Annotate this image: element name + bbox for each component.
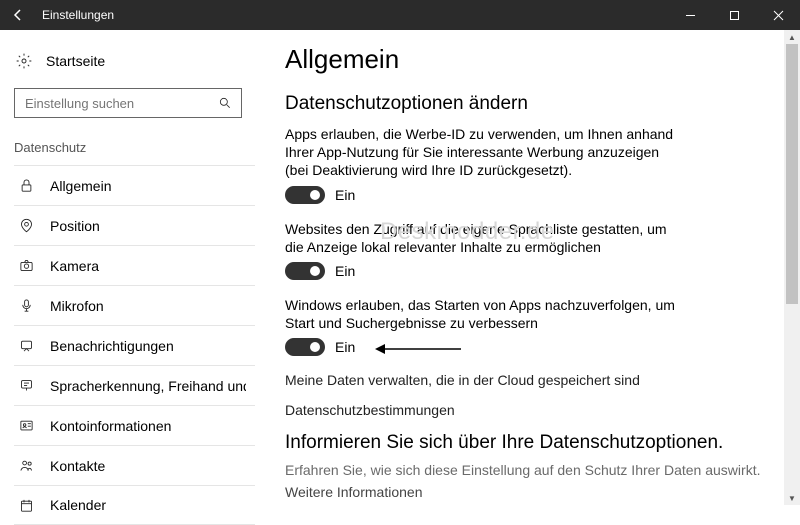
back-button[interactable]	[4, 0, 32, 30]
location-icon	[16, 218, 36, 233]
annotation-arrow-icon	[373, 341, 463, 360]
option-app-tracking: Windows erlauben, das Starten von Apps n…	[285, 296, 685, 356]
calendar-icon	[16, 498, 36, 513]
vertical-scrollbar[interactable]: ▲ ▼	[784, 30, 800, 505]
sidebar-item-benachrichtigungen[interactable]: Benachrichtigungen	[14, 325, 255, 365]
toggle-state-label: Ein	[335, 339, 355, 355]
sidebar-item-label: Kalender	[36, 497, 106, 513]
lock-icon	[16, 178, 36, 193]
camera-icon	[16, 258, 36, 273]
sidebar-item-mikrofon[interactable]: Mikrofon	[14, 285, 255, 325]
main-panel: Allgemein Datenschutzoptionen ändern App…	[255, 30, 800, 505]
option-language-list: Websites den Zugriff auf die eigene Spra…	[285, 220, 685, 280]
info-description: Erfahren Sie, wie sich diese Einstellung…	[285, 462, 780, 478]
sidebar-item-spracherkennung[interactable]: Spracherkennung, Freihand und Eingabe	[14, 365, 255, 405]
sidebar-item-label: Allgemein	[36, 178, 111, 194]
sidebar-item-label: Benachrichtigungen	[36, 338, 174, 354]
sidebar-item-label: Spracherkennung, Freihand und Eingabe	[36, 378, 246, 394]
search-field[interactable]	[25, 96, 217, 111]
scroll-down-icon[interactable]: ▼	[784, 491, 800, 505]
account-icon	[16, 418, 36, 433]
link-more-info[interactable]: Weitere Informationen	[285, 484, 780, 500]
toggle-advertising-id[interactable]	[285, 186, 325, 204]
toggle-state-label: Ein	[335, 187, 355, 203]
link-manage-cloud-data[interactable]: Meine Daten verwalten, die in der Cloud …	[285, 372, 780, 388]
sidebar-item-kontakte[interactable]: Kontakte	[14, 445, 255, 485]
section-heading: Datenschutzoptionen ändern	[285, 93, 780, 115]
sidebar-item-kamera[interactable]: Kamera	[14, 245, 255, 285]
link-privacy-statement[interactable]: Datenschutzbestimmungen	[285, 402, 780, 418]
window-title: Einstellungen	[32, 8, 114, 22]
gear-icon	[14, 53, 34, 69]
sidebar-item-label: Kontakte	[36, 458, 105, 474]
speech-icon	[16, 378, 36, 393]
page-title: Allgemein	[285, 44, 780, 75]
sidebar-item-label: Kamera	[36, 258, 99, 274]
home-label: Startseite	[34, 53, 105, 69]
close-button[interactable]	[756, 0, 800, 30]
sidebar-item-label: Mikrofon	[36, 298, 104, 314]
microphone-icon	[16, 298, 36, 313]
toggle-app-tracking[interactable]	[285, 338, 325, 356]
sidebar-item-position[interactable]: Position	[14, 205, 255, 245]
scroll-up-icon[interactable]: ▲	[784, 30, 800, 44]
search-input[interactable]	[14, 88, 242, 118]
sidebar: Startseite Datenschutz Allgemein Positio…	[0, 30, 255, 505]
minimize-button[interactable]	[668, 0, 712, 30]
home-link[interactable]: Startseite	[14, 44, 255, 78]
info-heading: Informieren Sie sich über Ihre Datenschu…	[285, 432, 780, 454]
maximize-button[interactable]	[712, 0, 756, 30]
option-description: Windows erlauben, das Starten von Apps n…	[285, 296, 685, 332]
notification-icon	[16, 338, 36, 353]
sidebar-item-label: Kontoinformationen	[36, 418, 171, 434]
sidebar-item-label: Position	[36, 218, 100, 234]
search-icon	[217, 96, 233, 110]
option-advertising-id: Apps erlauben, die Werbe-ID zu verwenden…	[285, 125, 685, 204]
sidebar-item-kontoinformationen[interactable]: Kontoinformationen	[14, 405, 255, 445]
title-bar: Einstellungen	[0, 0, 800, 30]
option-description: Apps erlauben, die Werbe-ID zu verwenden…	[285, 125, 685, 180]
info-section: Informieren Sie sich über Ihre Datenschu…	[285, 432, 780, 500]
toggle-state-label: Ein	[335, 263, 355, 279]
contacts-icon	[16, 458, 36, 473]
option-description: Websites den Zugriff auf die eigene Spra…	[285, 220, 685, 256]
sidebar-section-header: Datenschutz	[14, 140, 255, 155]
scrollbar-thumb[interactable]	[786, 44, 798, 304]
sidebar-item-kalender[interactable]: Kalender	[14, 485, 255, 525]
toggle-language-list[interactable]	[285, 262, 325, 280]
sidebar-item-allgemein[interactable]: Allgemein	[14, 165, 255, 205]
